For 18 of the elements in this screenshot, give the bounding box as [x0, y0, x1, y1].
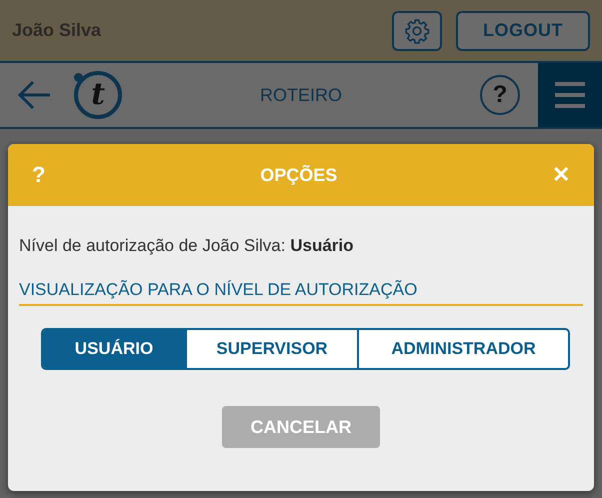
level-option[interactable]: ADMINISTRADOR	[357, 330, 568, 368]
level-option[interactable]: SUPERVISOR	[185, 330, 357, 368]
user-name: João Silva	[12, 20, 102, 41]
dialog-title: OPÇÕES	[260, 164, 338, 186]
settings-icon	[404, 18, 430, 44]
page-title: ROTEIRO	[260, 84, 342, 106]
settings-button[interactable]	[392, 10, 442, 50]
logo: t	[74, 71, 122, 119]
logout-button[interactable]: LOGOUT	[456, 10, 590, 50]
menu-icon	[554, 82, 585, 108]
help-button[interactable]: ?	[26, 162, 52, 188]
section-title: VISUALIZAÇÃO PARA O NÍVEL DE AUTORIZAÇÃO	[19, 280, 583, 306]
authorization-text: Nível de autorização de João Silva: Usuário	[19, 236, 355, 256]
back-arrow-icon[interactable]	[16, 79, 52, 111]
close-button[interactable]: ✕	[546, 162, 576, 188]
help-button[interactable]: ?	[480, 75, 520, 115]
menu-button[interactable]	[538, 63, 602, 127]
level-option[interactable]: USUÁRIO	[43, 330, 185, 368]
